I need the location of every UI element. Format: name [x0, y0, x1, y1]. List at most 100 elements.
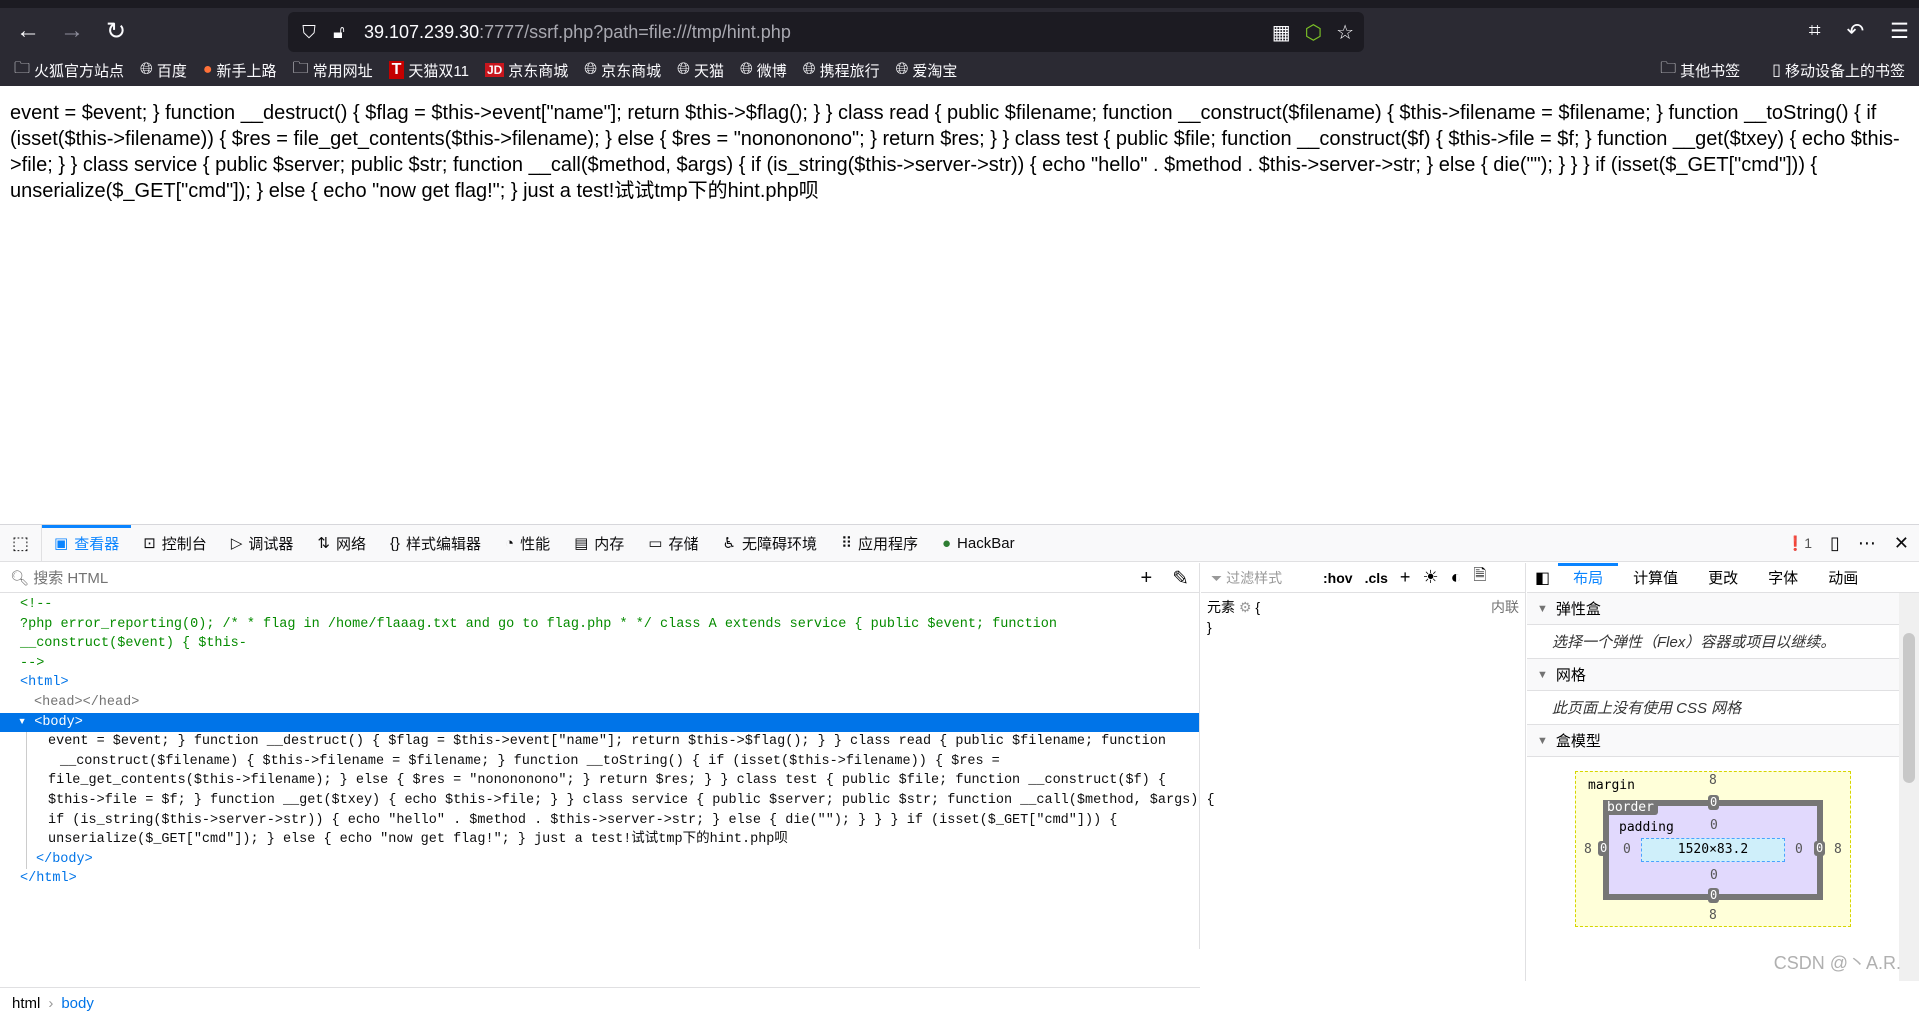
reload-button[interactable]: ↻: [94, 9, 138, 53]
bookmark-label: 携程旅行: [819, 62, 880, 80]
scrollbar-thumb[interactable]: [1903, 633, 1915, 783]
tab-performance[interactable]: ◔ 性能: [493, 525, 562, 562]
shield-icon[interactable]: ⛉: [294, 22, 324, 43]
bookmark-folder[interactable]: 🗀 常用网址: [293, 57, 373, 84]
element-gear-icon[interactable]: ⚙: [1239, 599, 1252, 615]
hov-toggle[interactable]: :hov: [1323, 570, 1353, 586]
tab-changes[interactable]: 更改: [1693, 563, 1753, 593]
bookmark[interactable]: 🌐︎ 天猫: [677, 60, 724, 81]
forward-button[interactable]: →: [50, 9, 94, 53]
menu-icon[interactable]: ☰: [1890, 19, 1909, 44]
mobile-bookmarks[interactable]: ▯ 移动设备上的书签: [1772, 60, 1905, 81]
search-html[interactable]: 🔍︎ 搜索 HTML + ✎: [0, 563, 1199, 593]
bookmark-label: 京东商城: [508, 62, 569, 80]
margin-bottom[interactable]: 8: [1709, 908, 1717, 923]
close-devtools-icon[interactable]: ✕: [1894, 533, 1909, 554]
tab-application[interactable]: ⠿ 应用程序: [829, 525, 930, 562]
comment-node[interactable]: <!--: [0, 595, 1199, 615]
border-left[interactable]: 0: [1598, 841, 1610, 856]
error-icon: ❗: [1786, 535, 1805, 551]
flexbox-message: 选择一个弹性（Flex）容器或项目以继续。: [1527, 625, 1899, 659]
html-close-tag: </html>: [20, 871, 77, 887]
head-node[interactable]: <head></head>: [0, 693, 1199, 713]
light-mode-icon[interactable]: ☀: [1422, 567, 1438, 588]
nodejs-extension-icon[interactable]: ⬡: [1305, 20, 1322, 45]
tab-animations[interactable]: 动画: [1813, 563, 1873, 593]
grid-section-header[interactable]: ▼ 网格: [1527, 659, 1899, 691]
padding-bottom[interactable]: 0: [1710, 868, 1718, 883]
tab-fonts[interactable]: 字体: [1753, 563, 1813, 593]
filter-styles-input[interactable]: ⏷ 过滤样式: [1211, 568, 1311, 588]
url-text[interactable]: 39.107.239.30:7777/ssrf.php?path=file://…: [364, 22, 791, 43]
body-node-selected[interactable]: ▾ <body>: [0, 712, 1199, 733]
tab-storage[interactable]: ▭ 存储: [636, 525, 710, 562]
tab-hackbar[interactable]: ● HackBar: [930, 525, 1027, 562]
bookmark[interactable]: ● 新手上路: [203, 60, 277, 81]
responsive-design-icon[interactable]: ▯: [1830, 533, 1840, 554]
other-bookmarks[interactable]: 🗀 其他书签: [1660, 57, 1740, 84]
tab-label: 存储: [668, 535, 699, 553]
undo-arrow-icon[interactable]: ↶: [1847, 19, 1865, 44]
tab-console[interactable]: ⊡ 控制台: [131, 525, 219, 562]
bookmark[interactable]: 🌐︎ 京东商城: [584, 60, 661, 81]
tab-layout[interactable]: 布局: [1558, 562, 1619, 593]
bookmark-folder[interactable]: 🗀 火狐官方站点: [14, 57, 124, 84]
eyedropper-icon[interactable]: ✎: [1172, 566, 1189, 591]
add-rule-icon[interactable]: +: [1400, 567, 1411, 588]
error-count-badge[interactable]: ❗1: [1787, 535, 1812, 552]
insecure-lock-icon[interactable]: 🔓︎: [324, 22, 354, 43]
qr-code-icon[interactable]: ▦: [1272, 20, 1291, 45]
cls-toggle[interactable]: .cls: [1365, 570, 1388, 586]
url-bar[interactable]: ⛉ 🔓︎ 39.107.239.30:7777/ssrf.php?path=fi…: [288, 12, 1364, 52]
bookmark[interactable]: T 天猫双11: [388, 60, 469, 81]
box-model-section-header[interactable]: ▼ 盒模型: [1527, 725, 1899, 757]
box-model-border[interactable]: border 0 0 0 0 padding 0 0 0 0 1520×83.2: [1598, 795, 1826, 903]
margin-top[interactable]: 8: [1709, 773, 1717, 788]
margin-right[interactable]: 8: [1834, 842, 1842, 857]
comment-close: -->: [20, 655, 45, 671]
tab-memory[interactable]: ▤ 内存: [562, 525, 636, 562]
tab-style-editor[interactable]: {} 样式编辑器: [378, 525, 493, 562]
bookmark-label: 微博: [756, 62, 787, 80]
breadcrumb-body[interactable]: body: [61, 995, 94, 1012]
flexbox-section-header[interactable]: ▼ 弹性盒: [1527, 593, 1899, 625]
bookmark[interactable]: 🌐︎ 微博: [740, 60, 787, 81]
html-node[interactable]: <html>: [0, 673, 1199, 693]
print-media-icon[interactable]: 🗎: [1473, 564, 1486, 591]
box-model-margin[interactable]: margin 8 8 8 8 border 0 0 0 0 padding 0 …: [1575, 771, 1851, 927]
padding-right[interactable]: 0: [1795, 842, 1803, 857]
breadcrumb-html[interactable]: html: [12, 995, 40, 1012]
more-options-icon[interactable]: ⋯: [1858, 533, 1876, 554]
tab-debugger[interactable]: ▷ 调试器: [219, 525, 306, 562]
back-button[interactable]: ←: [6, 9, 50, 53]
tab-accessibility[interactable]: ♿︎ 无障碍环境: [711, 525, 829, 562]
bookmark[interactable]: 🌐︎ 爱淘宝: [896, 60, 958, 81]
star-bookmark-icon[interactable]: ☆: [1336, 20, 1354, 45]
content-size: 1520×83.2: [1641, 838, 1785, 862]
text-node: __construct($filename) { $this->filename…: [60, 753, 1000, 769]
tab-label: 控制台: [161, 535, 207, 553]
border-bottom[interactable]: 0: [1708, 888, 1720, 903]
sidebar-scrollbar[interactable]: [1899, 593, 1919, 981]
padding-top[interactable]: 0: [1710, 818, 1718, 833]
tab-network[interactable]: ⇅ 网络: [305, 525, 378, 562]
margin-left[interactable]: 8: [1584, 842, 1592, 857]
tab-inspector[interactable]: ▣ 查看器: [42, 524, 132, 562]
bookmark[interactable]: 🌐︎ 百度: [140, 60, 187, 81]
tab-label: 应用程序: [857, 535, 918, 553]
border-top[interactable]: 0: [1708, 795, 1720, 810]
firefox-icon: ●: [202, 61, 213, 78]
bookmark[interactable]: 🌐︎ 携程旅行: [803, 60, 880, 81]
toggle-sidebar-icon[interactable]: ◧: [1527, 568, 1558, 588]
bookmark-label: 天猫双11: [408, 62, 469, 80]
element-picker-button[interactable]: ⬚: [0, 524, 43, 562]
section-title: 网格: [1555, 667, 1586, 684]
add-node-icon[interactable]: +: [1141, 567, 1153, 590]
crop-screenshot-icon[interactable]: ⌗: [1809, 19, 1821, 43]
dark-mode-icon[interactable]: ◐: [1451, 567, 1462, 588]
tab-label: 网络: [335, 535, 366, 553]
padding-left[interactable]: 0: [1623, 842, 1631, 857]
border-right[interactable]: 0: [1814, 841, 1826, 856]
bookmark[interactable]: JD 京东商城: [484, 60, 569, 81]
tab-computed[interactable]: 计算值: [1618, 563, 1693, 593]
